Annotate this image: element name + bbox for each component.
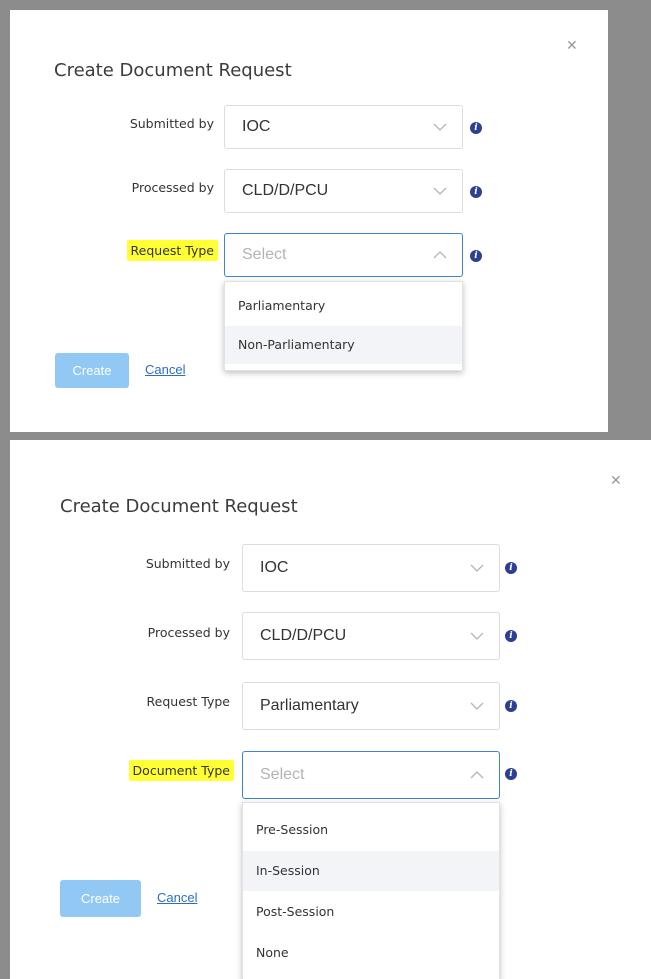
option-post-session[interactable]: Post-Session xyxy=(243,892,499,932)
cancel-link[interactable]: Cancel xyxy=(145,362,185,377)
request-type-placeholder: Select xyxy=(242,246,287,263)
document-type-select[interactable]: Select xyxy=(242,751,500,799)
cancel-link[interactable]: Cancel xyxy=(157,890,197,905)
info-icon[interactable]: i xyxy=(470,122,482,134)
document-type-dropdown: Pre-Session In-Session Post-Session None xyxy=(242,802,500,979)
create-request-dialog-2: Create Document Request ✕ Submitted by I… xyxy=(10,440,651,979)
chevron-up-icon xyxy=(433,251,447,259)
submitted-by-label: Submitted by xyxy=(129,116,214,131)
create-request-dialog-1: Create Document Request ✕ Submitted by I… xyxy=(10,10,608,432)
info-icon[interactable]: i xyxy=(470,186,482,198)
submitted-by-select[interactable]: IOC xyxy=(224,105,463,149)
document-type-placeholder: Select xyxy=(260,766,305,783)
dialog-title: Create Document Request xyxy=(54,60,292,81)
chevron-down-icon xyxy=(433,123,447,131)
processed-by-select[interactable]: CLD/D/PCU xyxy=(242,612,500,660)
info-icon[interactable]: i xyxy=(505,768,517,780)
create-button[interactable]: Create xyxy=(60,880,141,917)
close-icon[interactable]: ✕ xyxy=(566,38,578,54)
submitted-by-label: Submitted by xyxy=(145,556,230,571)
submitted-by-value: IOC xyxy=(242,118,271,135)
chevron-down-icon xyxy=(470,702,484,710)
processed-by-select[interactable]: CLD/D/PCU xyxy=(224,169,463,213)
chevron-down-icon xyxy=(470,564,484,572)
request-type-label: Request Type xyxy=(146,694,230,709)
option-pre-session[interactable]: Pre-Session xyxy=(243,811,499,849)
request-type-select[interactable]: Parliamentary xyxy=(242,682,500,730)
chevron-up-icon xyxy=(470,771,484,779)
info-icon[interactable]: i xyxy=(505,700,517,712)
request-type-value: Parliamentary xyxy=(260,697,359,714)
background-top xyxy=(0,0,651,10)
processed-by-label: Processed by xyxy=(147,625,230,640)
close-icon[interactable]: ✕ xyxy=(610,473,622,489)
chevron-down-icon xyxy=(433,187,447,195)
processed-by-label: Processed by xyxy=(131,180,214,195)
option-none[interactable]: None xyxy=(243,933,499,973)
info-icon[interactable]: i xyxy=(505,562,517,574)
info-icon[interactable]: i xyxy=(470,250,482,262)
option-non-parliamentary[interactable]: Non-Parliamentary xyxy=(225,326,462,364)
request-type-select[interactable]: Select xyxy=(224,233,463,277)
create-button[interactable]: Create xyxy=(55,353,129,388)
document-type-label: Document Type xyxy=(128,760,234,781)
info-icon[interactable]: i xyxy=(505,630,517,642)
option-in-session[interactable]: In-Session xyxy=(243,851,499,891)
submitted-by-select[interactable]: IOC xyxy=(242,544,500,592)
dialog-title: Create Document Request xyxy=(60,496,298,517)
request-type-label: Request Type xyxy=(126,240,218,261)
processed-by-value: CLD/D/PCU xyxy=(242,182,329,199)
chevron-down-icon xyxy=(470,632,484,640)
option-parliamentary[interactable]: Parliamentary xyxy=(225,288,462,324)
submitted-by-value: IOC xyxy=(260,559,289,576)
processed-by-value: CLD/D/PCU xyxy=(260,627,347,644)
request-type-dropdown: Parliamentary Non-Parliamentary xyxy=(224,281,463,371)
